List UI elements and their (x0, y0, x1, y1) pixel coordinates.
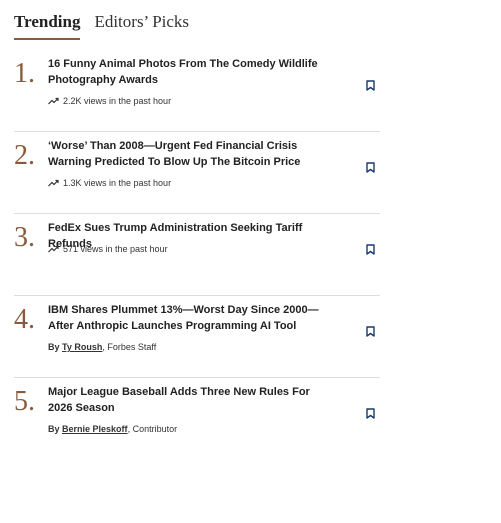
views-meta: 1.3K views in the past hour (48, 177, 171, 189)
author-role: , Forbes Staff (102, 342, 157, 352)
list-item: 1. 16 Funny Animal Photos From The Comed… (14, 50, 380, 132)
byline: By Ty Roush, Forbes Staff (48, 341, 156, 353)
author-link[interactable]: Ty Roush (62, 341, 102, 353)
trending-up-icon (48, 179, 59, 187)
views-text: 1.3K views in the past hour (63, 178, 172, 188)
bookmark-button[interactable] (359, 238, 381, 260)
bookmark-icon (365, 407, 375, 419)
list-item: 3. FedEx Sues Trump Administration Seeki… (14, 214, 380, 296)
article-title-link[interactable]: 16 Funny Animal Photos From The Comedy W… (48, 56, 328, 88)
bookmark-icon (365, 79, 375, 91)
trending-up-icon (48, 97, 59, 105)
bookmark-button[interactable] (359, 402, 381, 424)
rank-number: 5. (14, 386, 35, 417)
byline-prefix: By (48, 342, 60, 352)
list-item: 4. IBM Shares Plummet 13%—Worst Day Sinc… (14, 296, 380, 378)
bookmark-icon (365, 161, 375, 173)
list-item: 2. ‘Worse’ Than 2008—Urgent Fed Financia… (14, 132, 380, 214)
byline: By Bernie Pleskoff, Contributor (48, 423, 177, 435)
tab-trending[interactable]: Trending (14, 12, 81, 40)
tab-bar: Trending Editors’ Picks (14, 12, 189, 40)
tab-editors-picks[interactable]: Editors’ Picks (94, 12, 189, 32)
rank-number: 1. (14, 58, 35, 89)
article-title-link[interactable]: IBM Shares Plummet 13%—Worst Day Since 2… (48, 302, 328, 334)
bookmark-button[interactable] (359, 156, 381, 178)
article-title-link[interactable]: Major League Baseball Adds Three New Rul… (48, 384, 328, 416)
rank-number: 3. (14, 222, 35, 253)
trending-list: 1. 16 Funny Animal Photos From The Comed… (14, 50, 380, 460)
views-meta: 571 views in the past hour (48, 243, 168, 255)
bookmark-icon (365, 325, 375, 337)
views-text: 571 views in the past hour (63, 244, 168, 254)
bookmark-button[interactable] (359, 74, 381, 96)
trending-up-icon (48, 245, 59, 253)
bookmark-button[interactable] (359, 320, 381, 342)
bookmark-icon (365, 243, 375, 255)
rank-number: 2. (14, 140, 35, 171)
rank-number: 4. (14, 304, 35, 335)
byline-prefix: By (48, 424, 60, 434)
views-meta: 2.2K views in the past hour (48, 95, 171, 107)
author-role: , Contributor (127, 424, 178, 434)
author-link[interactable]: Bernie Pleskoff (62, 423, 128, 435)
views-text: 2.2K views in the past hour (63, 96, 172, 106)
article-title-link[interactable]: ‘Worse’ Than 2008—Urgent Fed Financial C… (48, 138, 328, 170)
list-item: 5. Major League Baseball Adds Three New … (14, 378, 380, 460)
